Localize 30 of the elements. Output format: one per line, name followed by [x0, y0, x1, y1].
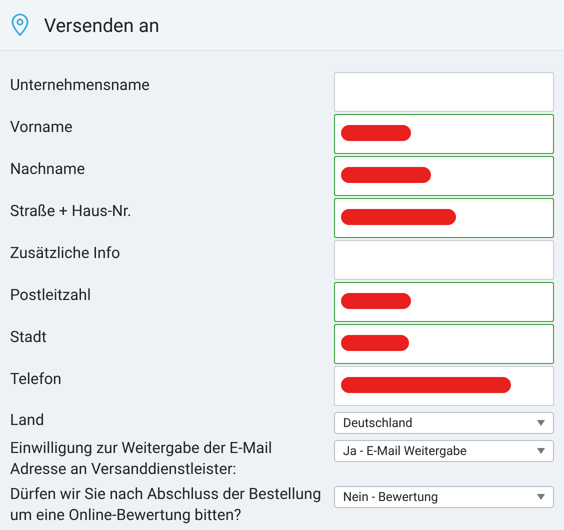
input-field[interactable]	[334, 366, 554, 406]
field-label: Nachname	[10, 159, 86, 180]
dropdown-arrow-icon	[537, 448, 545, 454]
input-field[interactable]	[334, 198, 554, 238]
dropdown[interactable]: Nein - Bewertung	[334, 486, 554, 508]
field-label: Land	[10, 410, 46, 431]
input-field[interactable]	[334, 282, 554, 322]
field-label: Unternehmensname	[10, 75, 151, 96]
location-pin-icon	[10, 13, 30, 37]
field-label: Vorname	[10, 117, 74, 138]
field-label: Straße + Haus-Nr.	[10, 201, 132, 222]
field-label: Telefon	[10, 369, 62, 390]
field-label: Dürfen wir Sie nach Abschluss der Bestellung um eine Online-Bewertung bitten?	[10, 484, 322, 526]
redaction-mark	[341, 123, 411, 143]
field-label: Stadt	[10, 327, 48, 348]
redaction-mark	[341, 333, 409, 353]
input-field[interactable]	[334, 240, 554, 280]
input-field[interactable]	[334, 114, 554, 154]
dropdown-arrow-icon	[537, 494, 545, 500]
input-field[interactable]	[334, 324, 554, 364]
input-field[interactable]	[334, 156, 554, 196]
field-label: Einwilligung zur Weitergabe der E-Mail Adresse an Versanddienstleister:	[10, 438, 274, 480]
dropdown-arrow-icon	[537, 420, 545, 426]
field-label: Postleitzahl	[10, 285, 92, 306]
redaction-mark	[341, 291, 411, 311]
dropdown[interactable]: Deutschland	[334, 412, 554, 434]
input-field[interactable]	[334, 72, 554, 112]
field-label: Zusätzliche Info	[10, 243, 122, 264]
dropdown[interactable]: Ja - E-Mail Weitergabe	[334, 440, 554, 462]
section-title: Versenden an	[44, 14, 160, 36]
